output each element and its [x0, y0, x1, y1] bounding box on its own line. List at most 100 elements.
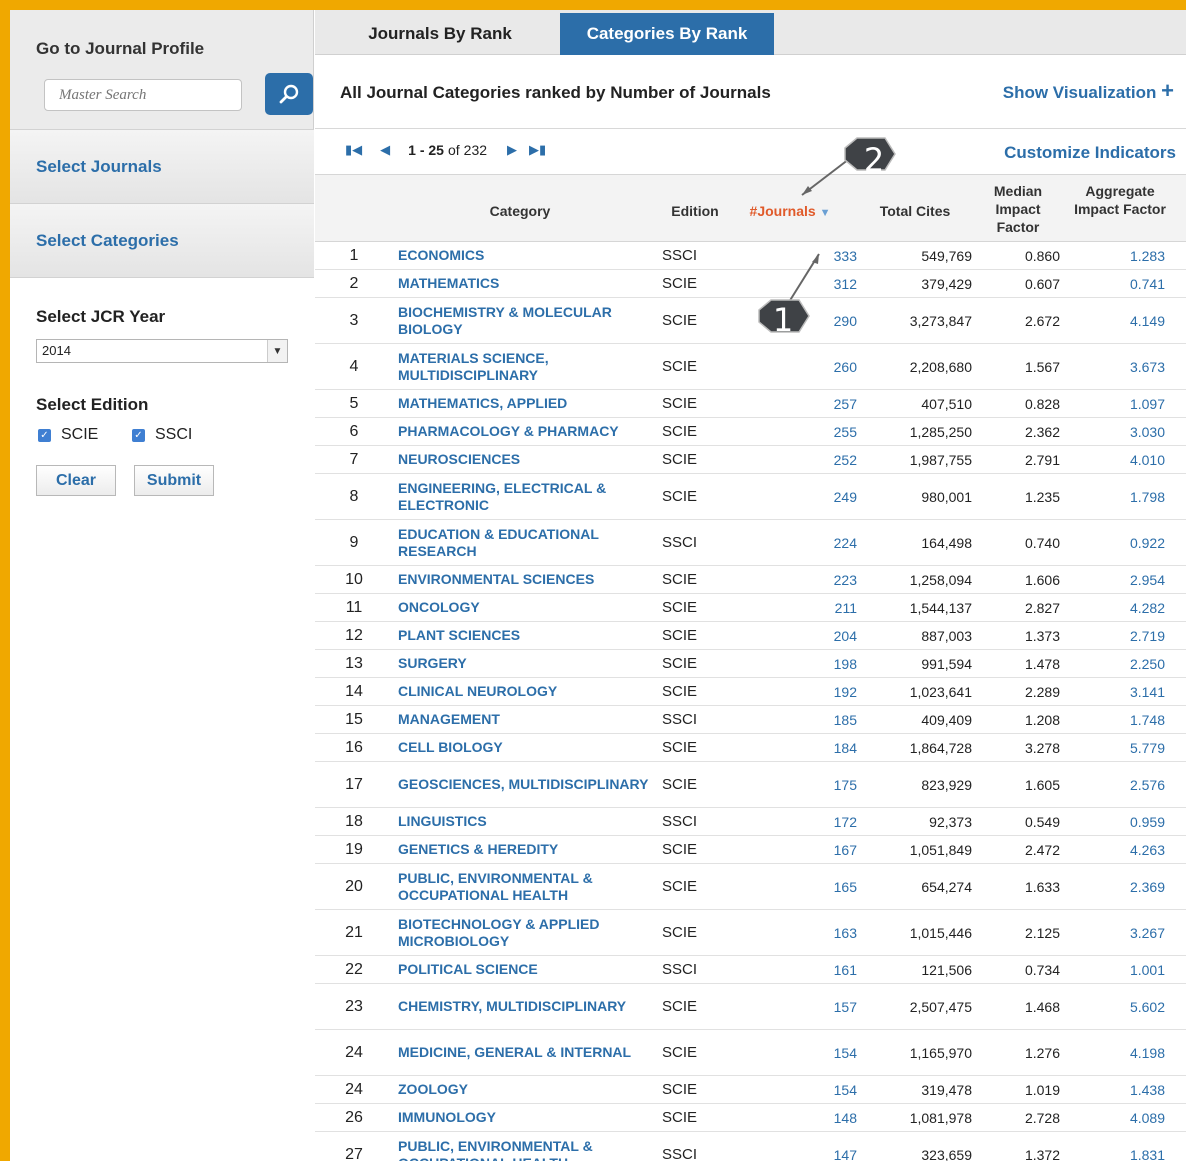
- aggregate-if-link[interactable]: 4.198: [1075, 1030, 1165, 1075]
- journal-count-link[interactable]: 167: [785, 836, 857, 863]
- customize-indicators-link[interactable]: Customize Indicators: [1004, 143, 1176, 163]
- header-aggregate-if[interactable]: Aggregate Impact Factor: [1070, 182, 1170, 218]
- category-link[interactable]: ECONOMICS: [398, 242, 658, 269]
- category-link[interactable]: CELL BIOLOGY: [398, 734, 658, 761]
- select-journals-link[interactable]: Select Journals: [10, 129, 314, 203]
- aggregate-if-link[interactable]: 3.673: [1075, 344, 1165, 389]
- category-link[interactable]: MEDICINE, GENERAL & INTERNAL: [398, 1030, 658, 1075]
- category-link[interactable]: IMMUNOLOGY: [398, 1104, 658, 1131]
- journal-count-link[interactable]: 333: [785, 242, 857, 269]
- journal-count-link[interactable]: 192: [785, 678, 857, 705]
- aggregate-if-link[interactable]: 3.141: [1075, 678, 1165, 705]
- aggregate-if-link[interactable]: 1.798: [1075, 474, 1165, 519]
- category-link[interactable]: PUBLIC, ENVIRONMENTAL & OCCUPATIONAL HEA…: [398, 1132, 658, 1161]
- category-link[interactable]: PLANT SCIENCES: [398, 622, 658, 649]
- journal-count-link[interactable]: 211: [785, 594, 857, 621]
- category-link[interactable]: PUBLIC, ENVIRONMENTAL & OCCUPATIONAL HEA…: [398, 864, 658, 909]
- aggregate-if-link[interactable]: 4.010: [1075, 446, 1165, 473]
- journal-count-link[interactable]: 147: [785, 1132, 857, 1161]
- category-link[interactable]: ONCOLOGY: [398, 594, 658, 621]
- jcr-year-select[interactable]: 2014 ▼: [36, 339, 288, 363]
- aggregate-if-link[interactable]: 1.831: [1075, 1132, 1165, 1161]
- category-link[interactable]: GENETICS & HEREDITY: [398, 836, 658, 863]
- journal-count-link[interactable]: 260: [785, 344, 857, 389]
- category-link[interactable]: LINGUISTICS: [398, 808, 658, 835]
- aggregate-if-link[interactable]: 1.438: [1075, 1076, 1165, 1103]
- category-link[interactable]: PHARMACOLOGY & PHARMACY: [398, 418, 658, 445]
- journal-count-link[interactable]: 249: [785, 474, 857, 519]
- journal-count-link[interactable]: 154: [785, 1030, 857, 1075]
- aggregate-if-link[interactable]: 0.959: [1075, 808, 1165, 835]
- journal-count-link[interactable]: 257: [785, 390, 857, 417]
- next-page-icon[interactable]: ▶: [507, 142, 517, 158]
- category-link[interactable]: POLITICAL SCIENCE: [398, 956, 658, 983]
- aggregate-if-link[interactable]: 1.001: [1075, 956, 1165, 983]
- aggregate-if-link[interactable]: 2.576: [1075, 762, 1165, 807]
- edition-scie-checkbox[interactable]: ✓ SCIE: [38, 426, 98, 444]
- journal-count-link[interactable]: 157: [785, 984, 857, 1029]
- journal-count-link[interactable]: 312: [785, 270, 857, 297]
- aggregate-if-link[interactable]: 2.719: [1075, 622, 1165, 649]
- category-link[interactable]: ENVIRONMENTAL SCIENCES: [398, 566, 658, 593]
- category-link[interactable]: CLINICAL NEUROLOGY: [398, 678, 658, 705]
- select-categories-link[interactable]: Select Categories: [10, 203, 314, 277]
- aggregate-if-link[interactable]: 0.741: [1075, 270, 1165, 297]
- category-link[interactable]: EDUCATION & EDUCATIONAL RESEARCH: [398, 520, 658, 565]
- journal-count-link[interactable]: 154: [785, 1076, 857, 1103]
- aggregate-if-link[interactable]: 4.263: [1075, 836, 1165, 863]
- journal-count-link[interactable]: 175: [785, 762, 857, 807]
- journal-count-link[interactable]: 185: [785, 706, 857, 733]
- header-edition[interactable]: Edition: [660, 202, 730, 220]
- journal-count-link[interactable]: 161: [785, 956, 857, 983]
- aggregate-if-link[interactable]: 1.748: [1075, 706, 1165, 733]
- journal-count-link[interactable]: 172: [785, 808, 857, 835]
- aggregate-if-link[interactable]: 4.089: [1075, 1104, 1165, 1131]
- aggregate-if-link[interactable]: 2.369: [1075, 864, 1165, 909]
- category-link[interactable]: MANAGEMENT: [398, 706, 658, 733]
- journal-count-link[interactable]: 204: [785, 622, 857, 649]
- journal-count-link[interactable]: 223: [785, 566, 857, 593]
- aggregate-if-link[interactable]: 4.149: [1075, 298, 1165, 343]
- clear-button[interactable]: Clear: [36, 465, 116, 496]
- edition-ssci-checkbox[interactable]: ✓ SSCI: [132, 426, 192, 444]
- category-link[interactable]: BIOCHEMISTRY & MOLECULAR BIOLOGY: [398, 298, 658, 343]
- category-link[interactable]: GEOSCIENCES, MULTIDISCIPLINARY: [398, 762, 658, 807]
- aggregate-if-link[interactable]: 3.267: [1075, 910, 1165, 955]
- aggregate-if-link[interactable]: 1.283: [1075, 242, 1165, 269]
- master-search-input[interactable]: [44, 79, 242, 111]
- journal-count-link[interactable]: 198: [785, 650, 857, 677]
- search-button[interactable]: [265, 73, 313, 115]
- category-link[interactable]: ENGINEERING, ELECTRICAL & ELECTRONIC: [398, 474, 658, 519]
- aggregate-if-link[interactable]: 4.282: [1075, 594, 1165, 621]
- journal-count-link[interactable]: 252: [785, 446, 857, 473]
- journal-count-link[interactable]: 165: [785, 864, 857, 909]
- category-link[interactable]: CHEMISTRY, MULTIDISCIPLINARY: [398, 984, 658, 1029]
- aggregate-if-link[interactable]: 2.954: [1075, 566, 1165, 593]
- last-page-icon[interactable]: ▶▮: [529, 142, 546, 158]
- category-link[interactable]: BIOTECHNOLOGY & APPLIED MICROBIOLOGY: [398, 910, 658, 955]
- journal-count-link[interactable]: 184: [785, 734, 857, 761]
- tab-journals-by-rank[interactable]: Journals By Rank: [335, 13, 545, 55]
- journal-count-link[interactable]: 290: [785, 298, 857, 343]
- category-link[interactable]: SURGERY: [398, 650, 658, 677]
- show-visualization-link[interactable]: Show Visualization +: [1003, 80, 1174, 103]
- aggregate-if-link[interactable]: 2.250: [1075, 650, 1165, 677]
- category-link[interactable]: NEUROSCIENCES: [398, 446, 658, 473]
- category-link[interactable]: MATHEMATICS: [398, 270, 658, 297]
- first-page-icon[interactable]: ▮◀: [345, 142, 362, 158]
- category-link[interactable]: ZOOLOGY: [398, 1076, 658, 1103]
- aggregate-if-link[interactable]: 5.602: [1075, 984, 1165, 1029]
- prev-page-icon[interactable]: ◀: [380, 142, 390, 158]
- aggregate-if-link[interactable]: 5.779: [1075, 734, 1165, 761]
- journal-count-link[interactable]: 163: [785, 910, 857, 955]
- aggregate-if-link[interactable]: 0.922: [1075, 520, 1165, 565]
- category-link[interactable]: MATERIALS SCIENCE, MULTIDISCIPLINARY: [398, 344, 658, 389]
- journal-count-link[interactable]: 224: [785, 520, 857, 565]
- journal-count-link[interactable]: 148: [785, 1104, 857, 1131]
- header-median-if[interactable]: Median Impact Factor: [978, 182, 1058, 236]
- header-journals[interactable]: #Journals ▼: [735, 202, 845, 222]
- header-total-cites[interactable]: Total Cites: [865, 202, 965, 220]
- category-link[interactable]: MATHEMATICS, APPLIED: [398, 390, 658, 417]
- journal-count-link[interactable]: 255: [785, 418, 857, 445]
- chevron-down-icon[interactable]: ▼: [267, 340, 287, 362]
